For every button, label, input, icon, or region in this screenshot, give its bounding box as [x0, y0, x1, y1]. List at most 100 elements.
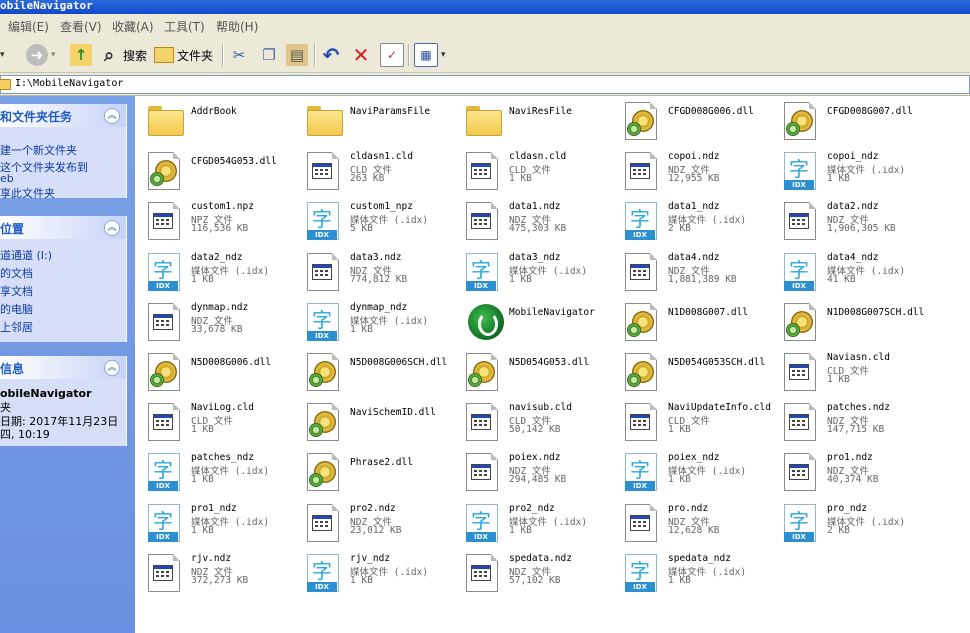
- file-item[interactable]: 字 IDX pro_ndz 媒体文件 (.idx) 2 KB: [776, 500, 934, 546]
- file-item[interactable]: copoi.ndz NDZ 文件 12,955 KB: [617, 148, 775, 194]
- window-glyph-icon: [471, 564, 491, 581]
- file-name: cldasn1.cld: [350, 151, 413, 163]
- file-item[interactable]: N5D054G053.dll: [458, 349, 616, 395]
- file-item[interactable]: CFGD054G053.dll: [140, 148, 298, 194]
- share-folder-link[interactable]: 享此文件夹: [0, 185, 55, 201]
- place-link-network[interactable]: 上邻居: [0, 319, 33, 335]
- file-item[interactable]: 字 IDX data1_ndz 媒体文件 (.idx) 2 KB: [617, 198, 775, 244]
- publish-folder-link-cont[interactable]: eb: [0, 172, 14, 185]
- menu-favorites[interactable]: 收藏(A): [112, 18, 154, 35]
- file-name: poiex.ndz: [509, 452, 561, 464]
- file-item[interactable]: cldasn1.cld CLD 文件 263 KB: [299, 148, 457, 194]
- copy-button[interactable]: ❐: [258, 42, 280, 68]
- file-item[interactable]: data1.ndz NDZ 文件 475,303 KB: [458, 198, 616, 244]
- file-item[interactable]: 字 IDX spedata_ndz 媒体文件 (.idx) 1 KB: [617, 550, 775, 596]
- properties-button[interactable]: ✓: [380, 42, 404, 68]
- search-button[interactable]: ⌕ 搜索: [98, 42, 147, 68]
- file-item[interactable]: N5D054G053SCH.dll: [617, 349, 775, 395]
- file-item[interactable]: NaviLog.cld CLD 文件 1 KB: [140, 399, 298, 445]
- undo-button[interactable]: ↶: [320, 42, 342, 68]
- file-item[interactable]: CFGD008G007.dll: [776, 98, 934, 144]
- place-link-drive[interactable]: 道通道 (I:): [0, 247, 52, 263]
- details-header[interactable]: 信息 ︽: [0, 356, 126, 379]
- place-link-my-documents[interactable]: 的文档: [0, 265, 33, 281]
- file-item[interactable]: data2.ndz NDZ 文件 1,906,305 KB: [776, 198, 934, 244]
- zi-glyph-icon: 字: [153, 257, 173, 282]
- file-item[interactable]: N5D008G006.dll: [140, 349, 298, 395]
- menu-tools[interactable]: 工具(T): [164, 18, 205, 35]
- file-item[interactable]: 字 IDX dynmap_ndz 媒体文件 (.idx) 1 KB: [299, 299, 457, 345]
- file-item[interactable]: spedata.ndz NDZ 文件 57,102 KB: [458, 550, 616, 596]
- file-item[interactable]: MobileNavigator: [458, 299, 616, 345]
- file-item[interactable]: NaviSchemID.dll: [299, 399, 457, 445]
- file-item[interactable]: 字 IDX data4_ndz 媒体文件 (.idx) 41 KB: [776, 249, 934, 295]
- file-item[interactable]: custom1.npz NPZ 文件 116,536 KB: [140, 198, 298, 244]
- file-item[interactable]: NaviResFile: [458, 98, 616, 144]
- back-button[interactable]: ▾: [0, 42, 5, 68]
- cut-button[interactable]: ✂: [228, 42, 250, 68]
- document-icon: [148, 403, 182, 442]
- address-field[interactable]: I:\MobileNavigator: [0, 75, 970, 94]
- file-item[interactable]: 字 IDX pro1_ndz 媒体文件 (.idx) 1 KB: [140, 500, 298, 546]
- file-name: patches.ndz: [827, 402, 890, 414]
- file-list: AddrBook NaviParamsFile NaviResFile CFGD008…: [136, 96, 970, 633]
- file-tasks-panel: 和文件夹任务 ︽ 建一个新文件夹 这个文件夹发布到 eb 享此文件夹: [0, 104, 127, 201]
- file-item[interactable]: 字 IDX patches_ndz 媒体文件 (.idx) 1 KB: [140, 449, 298, 495]
- file-item[interactable]: 字 IDX copoi_ndz 媒体文件 (.idx) 1 KB: [776, 148, 934, 194]
- file-name: custom1_npz: [350, 201, 413, 213]
- menu-edit[interactable]: 编辑(E): [8, 18, 49, 35]
- file-tasks-header[interactable]: 和文件夹任务 ︽: [0, 104, 126, 127]
- file-item[interactable]: 字 IDX custom1_npz 媒体文件 (.idx) 5 KB: [299, 198, 457, 244]
- zi-glyph-icon: 字: [630, 207, 650, 232]
- forward-button[interactable]: ➜ ▾: [26, 42, 56, 68]
- file-item[interactable]: AddrBook: [140, 98, 298, 144]
- place-link-my-computer[interactable]: 的电脑: [0, 301, 33, 317]
- new-folder-link[interactable]: 建一个新文件夹: [0, 142, 77, 158]
- file-item[interactable]: pro1.ndz NDZ 文件 40,374 KB: [776, 449, 934, 495]
- file-size: 1 KB: [191, 474, 214, 486]
- file-item[interactable]: dynmap.ndz NDZ 文件 33,678 KB: [140, 299, 298, 345]
- navigator-logo-icon: [468, 303, 504, 340]
- file-item[interactable]: N1D008G007SCH.dll: [776, 299, 934, 345]
- file-item[interactable]: 字 IDX data3_ndz 媒体文件 (.idx) 1 KB: [458, 249, 616, 295]
- menu-help[interactable]: 帮助(H): [216, 18, 258, 35]
- folders-button[interactable]: 文件夹: [154, 42, 213, 68]
- file-item[interactable]: N1D008G007.dll: [617, 299, 775, 345]
- dll-icon: [466, 353, 500, 391]
- file-item[interactable]: Naviasn.cld CLD 文件 1 KB: [776, 349, 934, 395]
- place-link-shared-documents[interactable]: 享文档: [0, 283, 33, 299]
- file-item[interactable]: 字 IDX poiex_ndz 媒体文件 (.idx) 1 KB: [617, 449, 775, 495]
- file-item[interactable]: navisub.cld CLD 文件 50,142 KB: [458, 399, 616, 445]
- address-bar: I:\MobileNavigator: [0, 73, 970, 96]
- file-item[interactable]: cldasn.cld CLD 文件 1 KB: [458, 148, 616, 194]
- file-item[interactable]: rjv.ndz NDZ 文件 372,273 KB: [140, 550, 298, 596]
- file-item[interactable]: pro2.ndz NDZ 文件 23,012 KB: [299, 500, 457, 546]
- file-name: MobileNavigator: [509, 306, 595, 318]
- file-item[interactable]: NaviParamsFile: [299, 98, 457, 144]
- up-folder-button[interactable]: ↑: [70, 42, 92, 68]
- file-item[interactable]: Phrase2.dll: [299, 449, 457, 495]
- file-item[interactable]: data4.ndz NDZ 文件 1,881,389 KB: [617, 249, 775, 295]
- file-item[interactable]: N5D008G006SCH.dll: [299, 349, 457, 395]
- file-item[interactable]: NaviUpdateInfo.cld CLD 文件 1 KB: [617, 399, 775, 445]
- views-button[interactable]: ▦ ▾: [414, 42, 446, 68]
- file-item[interactable]: patches.ndz NDZ 文件 147,715 KB: [776, 399, 934, 445]
- paste-button[interactable]: ▤: [286, 42, 308, 68]
- file-item[interactable]: 字 IDX rjv_ndz 媒体文件 (.idx) 1 KB: [299, 550, 457, 596]
- collapse-icon[interactable]: ︽: [104, 360, 120, 376]
- collapse-icon[interactable]: ︽: [104, 108, 120, 124]
- file-item[interactable]: 字 IDX pro2_ndz 媒体文件 (.idx) 1 KB: [458, 500, 616, 546]
- file-item[interactable]: data3.ndz NDZ 文件 774,812 KB: [299, 249, 457, 295]
- folder-icon: [466, 106, 502, 136]
- menu-view[interactable]: 查看(V): [60, 18, 102, 35]
- file-size: 1 KB: [191, 273, 214, 285]
- file-item[interactable]: 字 IDX data2_ndz 媒体文件 (.idx) 1 KB: [140, 249, 298, 295]
- collapse-icon[interactable]: ︽: [104, 220, 120, 236]
- file-item[interactable]: pro.ndz NDZ 文件 12,628 KB: [617, 500, 775, 546]
- file-item[interactable]: poiex.ndz NDZ 文件 294,485 KB: [458, 449, 616, 495]
- delete-button[interactable]: ✕: [350, 42, 372, 68]
- file-item[interactable]: CFGD008G006.dll: [617, 98, 775, 144]
- document-icon: [148, 202, 182, 241]
- file-name: spedata.ndz: [509, 552, 572, 564]
- other-places-header[interactable]: 位置 ︽: [0, 216, 126, 239]
